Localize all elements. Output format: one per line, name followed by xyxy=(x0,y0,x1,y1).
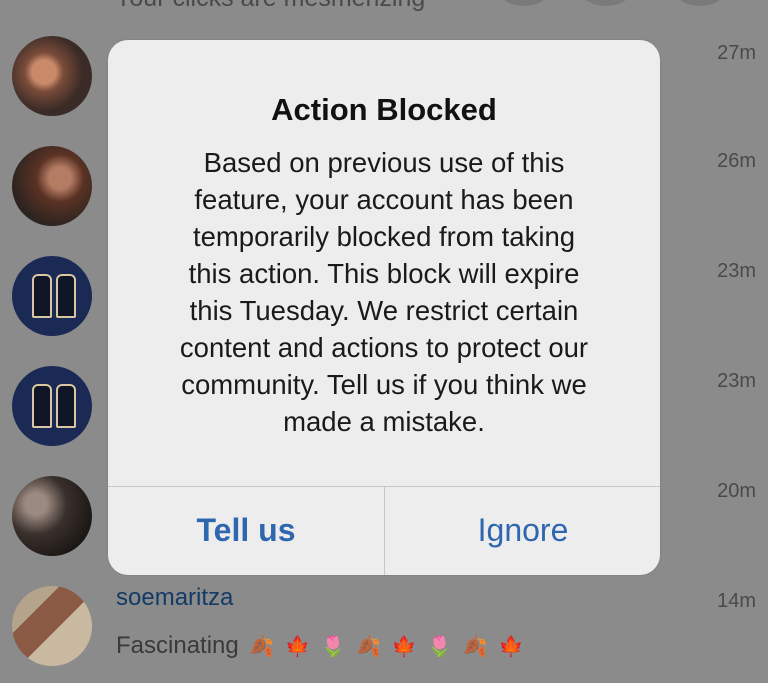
fallen-leaf-emoji: 🍂 xyxy=(462,636,488,658)
top-avatar-fragment xyxy=(500,0,548,6)
comment-text: Fascinating 🍂 🍁 🌷 🍂 🍁 🌷 🍂 🍁 xyxy=(116,632,523,660)
tell-us-button[interactable]: Tell us xyxy=(108,486,384,575)
dialog-message-line: feature, your account has been xyxy=(194,184,574,215)
dialog-message-line: temporarily blocked from taking xyxy=(192,221,576,252)
action-blocked-dialog: Action Blocked Based on previous use of … xyxy=(108,40,660,575)
avatar-figure-icon xyxy=(32,274,52,318)
maple-leaf-emoji: 🍁 xyxy=(498,636,524,658)
tulip-emoji: 🌷 xyxy=(320,636,346,658)
timestamp: 26m xyxy=(717,150,756,172)
dialog-message-line: made a mistake. xyxy=(283,406,485,437)
fallen-leaf-emoji: 🍂 xyxy=(356,636,382,658)
dialog-title: Action Blocked xyxy=(271,92,497,127)
maple-leaf-emoji: 🍁 xyxy=(391,636,417,658)
avatar[interactable] xyxy=(12,586,92,666)
dialog-message: Based on previous use of this feature, y… xyxy=(138,144,630,440)
tulip-emoji: 🌷 xyxy=(427,636,453,658)
dialog-message-line: community. Tell us if you think we xyxy=(181,369,587,400)
top-avatar-fragment xyxy=(676,0,724,6)
avatar[interactable] xyxy=(12,366,92,446)
top-avatar-fragment xyxy=(582,0,630,6)
dialog-message-line: this action. This block will expire xyxy=(188,258,580,289)
timestamp: 20m xyxy=(717,480,756,502)
dialog-message-line: Based on previous use of this xyxy=(203,147,565,178)
avatar[interactable] xyxy=(12,36,92,116)
dialog-message-line: this Tuesday. We restrict certain xyxy=(189,295,579,326)
timestamp: 23m xyxy=(717,370,756,392)
avatar-figure-icon xyxy=(32,384,52,428)
avatar[interactable] xyxy=(12,476,92,556)
comment-body: Fascinating xyxy=(116,632,239,659)
avatar-figure-icon xyxy=(56,384,76,428)
timestamp: 14m xyxy=(717,590,756,612)
comment-username[interactable]: soemaritza xyxy=(116,584,233,612)
timestamp: 27m xyxy=(717,42,756,64)
avatar[interactable] xyxy=(12,146,92,226)
avatar[interactable] xyxy=(12,256,92,336)
maple-leaf-emoji: 🍁 xyxy=(284,636,310,658)
dialog-message-line: content and actions to protect our xyxy=(179,332,589,363)
truncated-comment-text: Your clicks are mesmerizing xyxy=(115,0,425,13)
timestamp: 23m xyxy=(717,260,756,282)
fallen-leaf-emoji: 🍂 xyxy=(249,636,275,658)
avatar-figure-icon xyxy=(56,274,76,318)
ignore-button[interactable]: Ignore xyxy=(385,486,660,575)
